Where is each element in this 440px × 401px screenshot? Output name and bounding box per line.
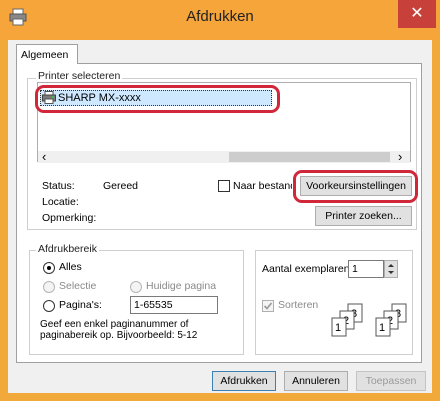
current-page-label: Huidige pagina <box>146 280 217 292</box>
find-printer-button[interactable]: Printer zoeken... <box>315 206 412 226</box>
collate-illustration-icon: 3 2 1 3 2 1 <box>331 303 407 337</box>
scroll-right-icon[interactable]: › <box>398 149 402 164</box>
status-value: Gereed <box>103 180 139 192</box>
svg-text:1: 1 <box>335 322 341 334</box>
print-button[interactable]: Afdrukken <box>212 371 276 391</box>
print-range-hint: Geef een enkel paginanummer of paginaber… <box>40 319 198 341</box>
apply-button[interactable]: Toepassen <box>356 371 426 391</box>
scrollbar-thumb[interactable] <box>229 152 390 162</box>
close-icon[interactable]: ✕ <box>398 0 436 28</box>
copies-input[interactable]: 1 <box>348 260 384 278</box>
collate-checkbox[interactable] <box>262 300 274 312</box>
svg-text:1: 1 <box>379 322 385 334</box>
tab-general[interactable]: Algemeen <box>16 44 78 64</box>
print-to-file-label: Naar bestand <box>233 180 292 192</box>
collate-label: Sorteren <box>278 299 319 311</box>
highlight-printer <box>35 85 280 113</box>
location-label: Locatie: <box>42 196 79 208</box>
copies-label: Aantal exemplaren: <box>262 263 353 275</box>
checkmark-icon <box>263 302 273 310</box>
scroll-left-icon[interactable]: ‹ <box>42 149 46 164</box>
highlight-preferences <box>293 170 418 203</box>
all-radio[interactable] <box>43 262 55 274</box>
pages-input[interactable]: 1-65535 <box>130 296 218 314</box>
print-dialog: Afdrukken ✕ Algemeen Printer selecteren … <box>0 0 440 401</box>
comment-label: Opmerking: <box>42 212 97 224</box>
pages-label: Pagina's: <box>59 299 102 311</box>
cancel-button[interactable]: Annuleren <box>284 371 348 391</box>
print-range-label: Afdrukbereik <box>36 243 99 255</box>
print-to-file-checkbox[interactable] <box>218 180 230 192</box>
printer-group-label: Printer selecteren <box>36 70 123 82</box>
all-label: Alles <box>59 261 82 273</box>
selection-label: Selectie <box>59 280 97 292</box>
status-label: Status: <box>42 180 75 192</box>
spinner-arrows-icon <box>388 264 394 274</box>
copies-spinner[interactable] <box>384 260 398 278</box>
pages-radio[interactable] <box>43 300 55 312</box>
selection-radio[interactable] <box>43 281 55 293</box>
window-title: Afdrukken <box>186 8 254 25</box>
current-page-radio[interactable] <box>130 281 142 293</box>
